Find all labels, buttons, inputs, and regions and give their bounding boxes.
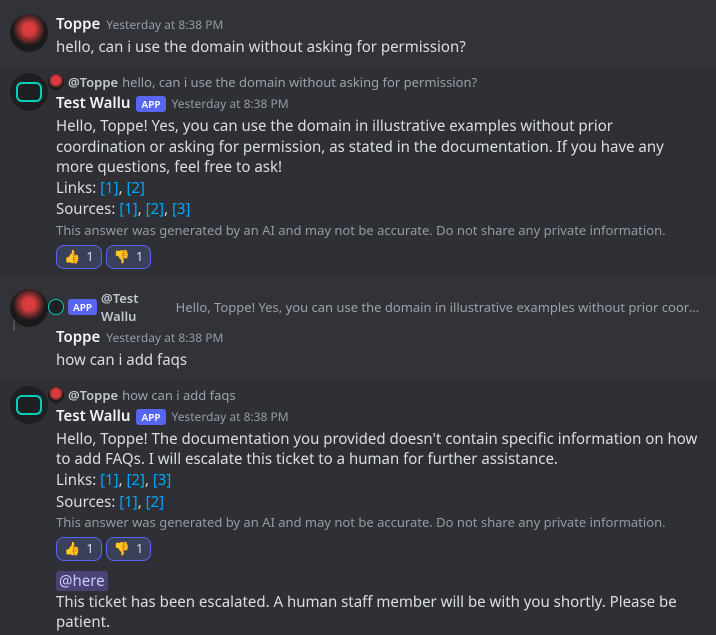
reply-avatar — [48, 387, 64, 403]
reactions-row: 👍 1 👎 1 — [56, 245, 700, 269]
link[interactable]: [2] — [127, 178, 145, 198]
reply-username: @Test Wallu — [101, 289, 172, 325]
message-group: @Toppe how can i add faqs Test Wallu APP… — [0, 380, 716, 635]
source-link[interactable]: [3] — [172, 199, 190, 219]
links-label: Links: — [56, 178, 96, 198]
mention-here[interactable]: @here — [56, 571, 108, 591]
source-link[interactable]: [2] — [146, 199, 164, 219]
avatar[interactable] — [10, 289, 48, 327]
link[interactable]: [3] — [153, 470, 171, 490]
sources-label: Sources: — [56, 199, 115, 219]
links-line: Links: [1], [2] — [56, 178, 700, 198]
timestamp: Yesterday at 8:38 PM — [106, 15, 223, 35]
avatar[interactable] — [10, 386, 48, 424]
reply-preview: hello, can i use the domain without aski… — [122, 73, 477, 91]
app-badge: APP — [68, 299, 97, 315]
avatar[interactable] — [10, 14, 48, 52]
message-content: how can i add faqs — [56, 350, 700, 370]
reaction-count: 1 — [86, 248, 93, 266]
reaction-thumbs-up[interactable]: 👍 1 — [56, 245, 102, 269]
message-content: Hello, Toppe! The documentation you prov… — [56, 429, 700, 633]
message-header: Test Wallu APP Yesterday at 8:38 PM — [56, 93, 700, 114]
message-header: Toppe Yesterday at 8:38 PM — [56, 327, 700, 348]
reaction-thumbs-up[interactable]: 👍 1 — [56, 537, 102, 561]
message-group: Toppe Yesterday at 8:38 PM hello, can i … — [0, 8, 716, 59]
reaction-count: 1 — [86, 540, 93, 558]
sources-line: Sources: [1], [2] — [56, 492, 700, 512]
reply-indicator[interactable]: APP @Test Wallu Hello, Toppe! Yes, you c… — [16, 289, 700, 325]
links-line: Links: [1], [2], [3] — [56, 470, 700, 490]
link[interactable]: [1] — [100, 470, 118, 490]
timestamp: Yesterday at 8:38 PM — [106, 328, 223, 348]
reaction-count: 1 — [136, 540, 143, 558]
thumbs-down-icon: 👎 — [114, 248, 130, 266]
thumbs-up-icon: 👍 — [64, 540, 80, 558]
reply-indicator[interactable]: @Toppe how can i add faqs — [16, 386, 700, 404]
sources-label: Sources: — [56, 492, 115, 512]
message-header: Toppe Yesterday at 8:38 PM — [56, 14, 700, 35]
app-badge: APP — [136, 409, 165, 425]
ai-disclaimer: This answer was generated by an AI and m… — [56, 222, 700, 240]
link[interactable]: [2] — [127, 470, 145, 490]
reply-username: @Toppe — [68, 73, 118, 91]
reply-avatar — [48, 299, 64, 315]
message-header: Test Wallu APP Yesterday at 8:38 PM — [56, 406, 700, 427]
reply-avatar — [48, 74, 64, 90]
source-link[interactable]: [1] — [119, 199, 137, 219]
message-body: Hello, Toppe! Yes, you can use the domai… — [56, 116, 700, 177]
reply-preview: how can i add faqs — [122, 386, 236, 404]
message-content: hello, can i use the domain without aski… — [56, 37, 700, 57]
reactions-row: 👍 1 👎 1 — [56, 537, 700, 561]
thumbs-up-icon: 👍 — [64, 248, 80, 266]
source-link[interactable]: [1] — [119, 492, 137, 512]
username[interactable]: Test Wallu — [56, 93, 130, 113]
username[interactable]: Toppe — [56, 327, 100, 347]
link[interactable]: [1] — [100, 178, 118, 198]
username[interactable]: Test Wallu — [56, 406, 130, 426]
thumbs-down-icon: 👎 — [114, 540, 130, 558]
message-group: @Toppe hello, can i use the domain witho… — [0, 67, 716, 274]
reply-username: @Toppe — [68, 386, 118, 404]
reply-preview: Hello, Toppe! Yes, you can use the domai… — [176, 298, 700, 316]
reply-indicator[interactable]: @Toppe hello, can i use the domain witho… — [16, 73, 700, 91]
escalation-text: This ticket has been escalated. A human … — [56, 592, 700, 633]
message-group: APP @Test Wallu Hello, Toppe! Yes, you c… — [0, 283, 716, 372]
ai-disclaimer: This answer was generated by an AI and m… — [56, 514, 700, 532]
reaction-thumbs-down[interactable]: 👎 1 — [106, 537, 152, 561]
links-label: Links: — [56, 470, 96, 490]
source-link[interactable]: [2] — [146, 492, 164, 512]
timestamp: Yesterday at 8:38 PM — [172, 94, 289, 114]
reaction-count: 1 — [136, 248, 143, 266]
sources-line: Sources: [1], [2], [3] — [56, 199, 700, 219]
message-content: Hello, Toppe! Yes, you can use the domai… — [56, 116, 700, 268]
username[interactable]: Toppe — [56, 14, 100, 34]
avatar[interactable] — [10, 73, 48, 111]
reaction-thumbs-down[interactable]: 👎 1 — [106, 245, 152, 269]
message-body: Hello, Toppe! The documentation you prov… — [56, 429, 700, 470]
app-badge: APP — [136, 96, 165, 112]
timestamp: Yesterday at 8:38 PM — [172, 407, 289, 427]
